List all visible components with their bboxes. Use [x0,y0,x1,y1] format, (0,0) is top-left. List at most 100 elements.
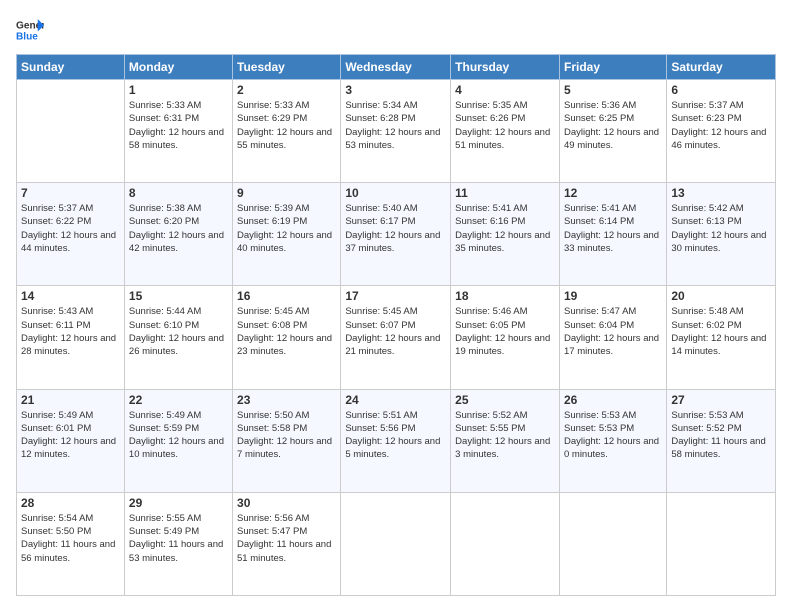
day-number: 8 [129,186,228,200]
calendar-cell: 2 Sunrise: 5:33 AM Sunset: 6:29 PM Daylig… [233,80,341,183]
day-info: Sunrise: 5:37 AM Sunset: 6:23 PM Dayligh… [671,99,771,152]
day-number: 28 [21,496,120,510]
day-info: Sunrise: 5:49 AM Sunset: 6:01 PM Dayligh… [21,409,120,462]
weekday-header-wednesday: Wednesday [341,55,451,80]
calendar-table: SundayMondayTuesdayWednesdayThursdayFrid… [16,54,776,596]
day-info: Sunrise: 5:51 AM Sunset: 5:56 PM Dayligh… [345,409,446,462]
day-number: 16 [237,289,336,303]
day-info: Sunrise: 5:34 AM Sunset: 6:28 PM Dayligh… [345,99,446,152]
day-info: Sunrise: 5:49 AM Sunset: 5:59 PM Dayligh… [129,409,228,462]
day-number: 10 [345,186,446,200]
day-number: 13 [671,186,771,200]
day-info: Sunrise: 5:47 AM Sunset: 6:04 PM Dayligh… [564,305,662,358]
day-info: Sunrise: 5:38 AM Sunset: 6:20 PM Dayligh… [129,202,228,255]
day-number: 21 [21,393,120,407]
day-info: Sunrise: 5:50 AM Sunset: 5:58 PM Dayligh… [237,409,336,462]
day-info: Sunrise: 5:55 AM Sunset: 5:49 PM Dayligh… [129,512,228,565]
day-number: 26 [564,393,662,407]
day-number: 7 [21,186,120,200]
calendar-cell: 15 Sunrise: 5:44 AM Sunset: 6:10 PM Dayli… [124,286,232,389]
calendar-cell: 11 Sunrise: 5:41 AM Sunset: 6:16 PM Dayli… [451,183,560,286]
calendar-cell [17,80,125,183]
day-info: Sunrise: 5:36 AM Sunset: 6:25 PM Dayligh… [564,99,662,152]
calendar-cell: 6 Sunrise: 5:37 AM Sunset: 6:23 PM Daylig… [667,80,776,183]
day-number: 29 [129,496,228,510]
day-number: 4 [455,83,555,97]
calendar-cell: 16 Sunrise: 5:45 AM Sunset: 6:08 PM Dayli… [233,286,341,389]
calendar-cell [559,492,666,595]
day-number: 27 [671,393,771,407]
calendar-cell: 23 Sunrise: 5:50 AM Sunset: 5:58 PM Dayli… [233,389,341,492]
day-number: 1 [129,83,228,97]
calendar-cell: 7 Sunrise: 5:37 AM Sunset: 6:22 PM Daylig… [17,183,125,286]
logo: General Blue [16,16,48,44]
calendar-cell [451,492,560,595]
day-info: Sunrise: 5:33 AM Sunset: 6:31 PM Dayligh… [129,99,228,152]
calendar-cell: 19 Sunrise: 5:47 AM Sunset: 6:04 PM Dayli… [559,286,666,389]
calendar-cell: 26 Sunrise: 5:53 AM Sunset: 5:53 PM Dayli… [559,389,666,492]
day-number: 11 [455,186,555,200]
day-info: Sunrise: 5:41 AM Sunset: 6:14 PM Dayligh… [564,202,662,255]
day-number: 6 [671,83,771,97]
calendar-cell: 14 Sunrise: 5:43 AM Sunset: 6:11 PM Dayli… [17,286,125,389]
day-number: 14 [21,289,120,303]
day-info: Sunrise: 5:52 AM Sunset: 5:55 PM Dayligh… [455,409,555,462]
calendar-cell: 29 Sunrise: 5:55 AM Sunset: 5:49 PM Dayli… [124,492,232,595]
week-row-3: 21 Sunrise: 5:49 AM Sunset: 6:01 PM Dayli… [17,389,776,492]
day-info: Sunrise: 5:45 AM Sunset: 6:08 PM Dayligh… [237,305,336,358]
weekday-header-friday: Friday [559,55,666,80]
day-info: Sunrise: 5:56 AM Sunset: 5:47 PM Dayligh… [237,512,336,565]
day-number: 12 [564,186,662,200]
calendar-cell: 27 Sunrise: 5:53 AM Sunset: 5:52 PM Dayli… [667,389,776,492]
calendar-cell: 25 Sunrise: 5:52 AM Sunset: 5:55 PM Dayli… [451,389,560,492]
day-info: Sunrise: 5:40 AM Sunset: 6:17 PM Dayligh… [345,202,446,255]
day-number: 30 [237,496,336,510]
day-info: Sunrise: 5:53 AM Sunset: 5:52 PM Dayligh… [671,409,771,462]
calendar-cell: 10 Sunrise: 5:40 AM Sunset: 6:17 PM Dayli… [341,183,451,286]
calendar-page: General Blue SundayMondayTuesdayWednesda… [0,0,792,612]
calendar-cell: 3 Sunrise: 5:34 AM Sunset: 6:28 PM Daylig… [341,80,451,183]
calendar-cell [667,492,776,595]
day-info: Sunrise: 5:48 AM Sunset: 6:02 PM Dayligh… [671,305,771,358]
calendar-cell: 22 Sunrise: 5:49 AM Sunset: 5:59 PM Dayli… [124,389,232,492]
week-row-4: 28 Sunrise: 5:54 AM Sunset: 5:50 PM Dayli… [17,492,776,595]
calendar-cell: 1 Sunrise: 5:33 AM Sunset: 6:31 PM Daylig… [124,80,232,183]
weekday-header-sunday: Sunday [17,55,125,80]
calendar-cell: 21 Sunrise: 5:49 AM Sunset: 6:01 PM Dayli… [17,389,125,492]
day-info: Sunrise: 5:53 AM Sunset: 5:53 PM Dayligh… [564,409,662,462]
logo-icon: General Blue [16,16,44,44]
day-number: 18 [455,289,555,303]
day-info: Sunrise: 5:44 AM Sunset: 6:10 PM Dayligh… [129,305,228,358]
day-number: 23 [237,393,336,407]
calendar-cell: 24Sunrise: 5:51 AM Sunset: 5:56 PM Dayli… [341,389,451,492]
calendar-cell: 5 Sunrise: 5:36 AM Sunset: 6:25 PM Daylig… [559,80,666,183]
day-info: Sunrise: 5:43 AM Sunset: 6:11 PM Dayligh… [21,305,120,358]
day-number: 3 [345,83,446,97]
day-info: Sunrise: 5:42 AM Sunset: 6:13 PM Dayligh… [671,202,771,255]
day-number: 22 [129,393,228,407]
day-number: 2 [237,83,336,97]
day-number: 15 [129,289,228,303]
calendar-cell: 4 Sunrise: 5:35 AM Sunset: 6:26 PM Daylig… [451,80,560,183]
calendar-cell: 20Sunrise: 5:48 AM Sunset: 6:02 PM Dayli… [667,286,776,389]
svg-text:Blue: Blue [16,31,38,42]
weekday-header-thursday: Thursday [451,55,560,80]
weekday-header-monday: Monday [124,55,232,80]
day-info: Sunrise: 5:41 AM Sunset: 6:16 PM Dayligh… [455,202,555,255]
day-number: 25 [455,393,555,407]
calendar-cell: 8 Sunrise: 5:38 AM Sunset: 6:20 PM Daylig… [124,183,232,286]
day-number: 5 [564,83,662,97]
day-info: Sunrise: 5:39 AM Sunset: 6:19 PM Dayligh… [237,202,336,255]
calendar-cell: 17Sunrise: 5:45 AM Sunset: 6:07 PM Dayli… [341,286,451,389]
week-row-2: 14 Sunrise: 5:43 AM Sunset: 6:11 PM Dayli… [17,286,776,389]
week-row-0: 1 Sunrise: 5:33 AM Sunset: 6:31 PM Daylig… [17,80,776,183]
day-info: Sunrise: 5:35 AM Sunset: 6:26 PM Dayligh… [455,99,555,152]
calendar-cell: 30 Sunrise: 5:56 AM Sunset: 5:47 PM Dayli… [233,492,341,595]
calendar-cell: 28 Sunrise: 5:54 AM Sunset: 5:50 PM Dayli… [17,492,125,595]
day-number: 19 [564,289,662,303]
day-info: Sunrise: 5:37 AM Sunset: 6:22 PM Dayligh… [21,202,120,255]
day-info: Sunrise: 5:54 AM Sunset: 5:50 PM Dayligh… [21,512,120,565]
day-info: Sunrise: 5:33 AM Sunset: 6:29 PM Dayligh… [237,99,336,152]
weekday-header-tuesday: Tuesday [233,55,341,80]
day-number: 9 [237,186,336,200]
